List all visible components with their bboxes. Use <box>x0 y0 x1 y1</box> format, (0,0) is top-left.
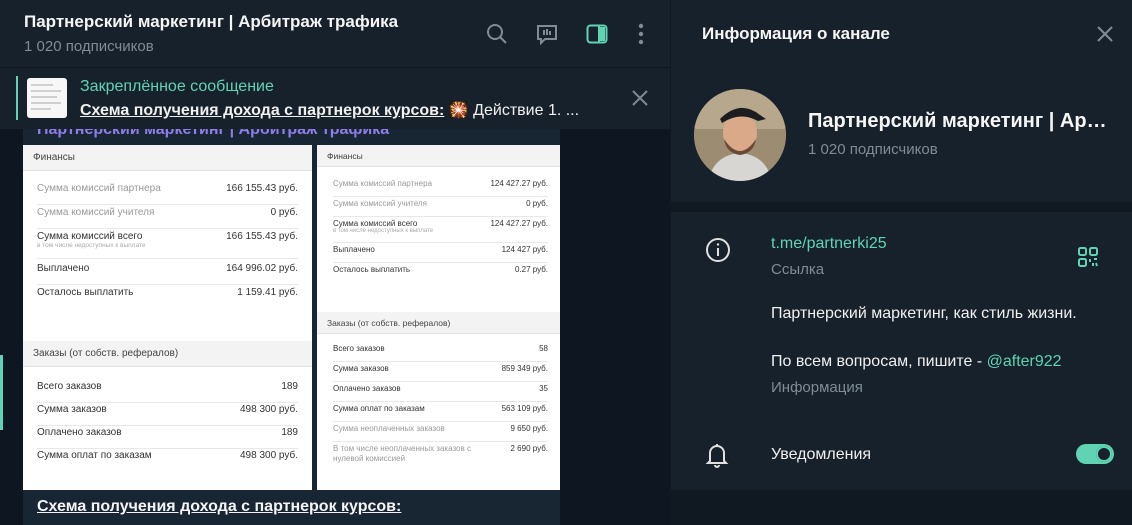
search-icon[interactable] <box>485 22 509 46</box>
pinned-link-text: Схема получения дохода с партнерок курсо… <box>80 102 445 119</box>
mention-link[interactable]: @after922 <box>987 353 1062 370</box>
pinned-rest-text: 🎇 Действие 1. ... <box>444 102 580 119</box>
toggle-knob <box>1096 446 1112 462</box>
table-row: Всего заказов 58 <box>333 344 548 362</box>
table-row: Сумма неоплаченных заказов 9 650 руб. <box>333 424 548 442</box>
table-row: Осталось выплатить 1 159.41 руб. <box>37 287 298 298</box>
pinned-thumbnail <box>27 78 67 118</box>
panel-title: Информация о канале <box>702 24 890 43</box>
channel-description-line2: По всем вопросам, пишите - @after922 <box>771 353 1062 370</box>
table-row: Сумма комиссий всего в том числе недоступ… <box>333 219 548 243</box>
channel-link[interactable]: t.me/partnerki25 <box>771 235 887 253</box>
stats-screenshot-2[interactable]: Финансы Сумма комиссий партнера 124 427.2… <box>317 145 560 490</box>
channel-post[interactable]: Партнерский маркетинг | Арбитраж трафика… <box>23 129 560 525</box>
orders-section-title: Заказы (от собств. рефералов) <box>23 341 312 367</box>
channel-link-label: Ссылка <box>771 261 825 278</box>
finance-section-title: Финансы <box>317 145 560 167</box>
pinned-text: Схема получения дохода с партнерок курсо… <box>80 100 579 120</box>
stats-screenshot-1[interactable]: Финансы Сумма комиссий партнера 166 155.4… <box>23 145 312 490</box>
table-row: Сумма оплат по заказам 563 109 руб. <box>333 404 548 422</box>
chat-subscribers: 1 020 подписчиков <box>24 38 154 55</box>
post-header: Партнерский маркетинг | Арбитраж трафика <box>37 129 390 138</box>
close-pinned-icon[interactable] <box>630 88 650 108</box>
table-row: Выплачено 164 996.02 руб. <box>37 263 298 285</box>
pinned-message-bar[interactable]: Закреплённое сообщение Схема получения д… <box>0 67 670 129</box>
chat-area: Партнерский маркетинг | Арбитраж трафика… <box>0 0 670 525</box>
spacer <box>671 421 1132 422</box>
qr-code-icon[interactable] <box>1077 246 1099 268</box>
table-row: Сумма комиссий учителя 0 руб. <box>333 199 548 217</box>
sidebar-toggle-icon[interactable] <box>585 22 609 46</box>
section-divider-bottom <box>671 490 1132 525</box>
channel-name: Партнерский маркетинг | Арбитраж трафика <box>808 110 1113 132</box>
table-row: Сумма комиссий учителя 0 руб. <box>37 207 298 229</box>
orders-section-title: Заказы (от собств. рефералов) <box>317 312 560 334</box>
pinned-accent-bar <box>16 76 18 120</box>
channel-info-panel: Информация о канале Партнерский маркетин… <box>670 0 1132 525</box>
table-row: Осталось выплатить 0.27 руб. <box>333 265 548 274</box>
table-row: Сумма комиссий всего в том числе недоступ… <box>37 231 298 259</box>
more-icon[interactable] <box>629 22 653 46</box>
scroll-accent <box>0 355 3 430</box>
notifications-label: Уведомления <box>771 446 872 463</box>
description-label: Информация <box>771 379 863 396</box>
pinned-title: Закреплённое сообщение <box>80 78 274 95</box>
avatar[interactable] <box>694 89 786 181</box>
channel-description-line1: Партнерский маркетинг, как стиль жизни. <box>771 305 1077 322</box>
table-row: Сумма оплат по заказам 498 300 руб. <box>37 450 298 461</box>
table-row: Сумма заказов 498 300 руб. <box>37 404 298 426</box>
bell-icon <box>705 444 729 468</box>
finance-section-title: Финансы <box>23 145 312 171</box>
chat-title[interactable]: Партнерский маркетинг | Арбитраж трафика <box>24 12 398 32</box>
comments-icon[interactable] <box>535 22 559 46</box>
table-row: Сумма комиссий партнера 124 427.27 руб. <box>333 179 548 197</box>
table-row: В том числе неоплаченных заказов с нулев… <box>333 444 548 463</box>
table-row: Оплачено заказов 35 <box>333 384 548 402</box>
table-row: Всего заказов 189 <box>37 381 298 403</box>
chat-header[interactable]: Партнерский маркетинг | Арбитраж трафика… <box>0 0 670 67</box>
channel-subscribers: 1 020 подписчиков <box>808 141 938 158</box>
table-row: Оплачено заказов 189 <box>37 427 298 449</box>
table-row: Сумма комиссий партнера 166 155.43 руб. <box>37 183 298 205</box>
section-divider <box>671 202 1132 212</box>
table-row: Выплачено 124 427 руб. <box>333 245 548 263</box>
info-icon <box>706 238 730 262</box>
table-row: Сумма заказов 859 349 руб. <box>333 364 548 382</box>
post-caption[interactable]: Схема получения дохода с партнерок курсо… <box>37 498 401 516</box>
notifications-toggle[interactable] <box>1076 444 1114 464</box>
close-icon[interactable] <box>1095 24 1115 44</box>
